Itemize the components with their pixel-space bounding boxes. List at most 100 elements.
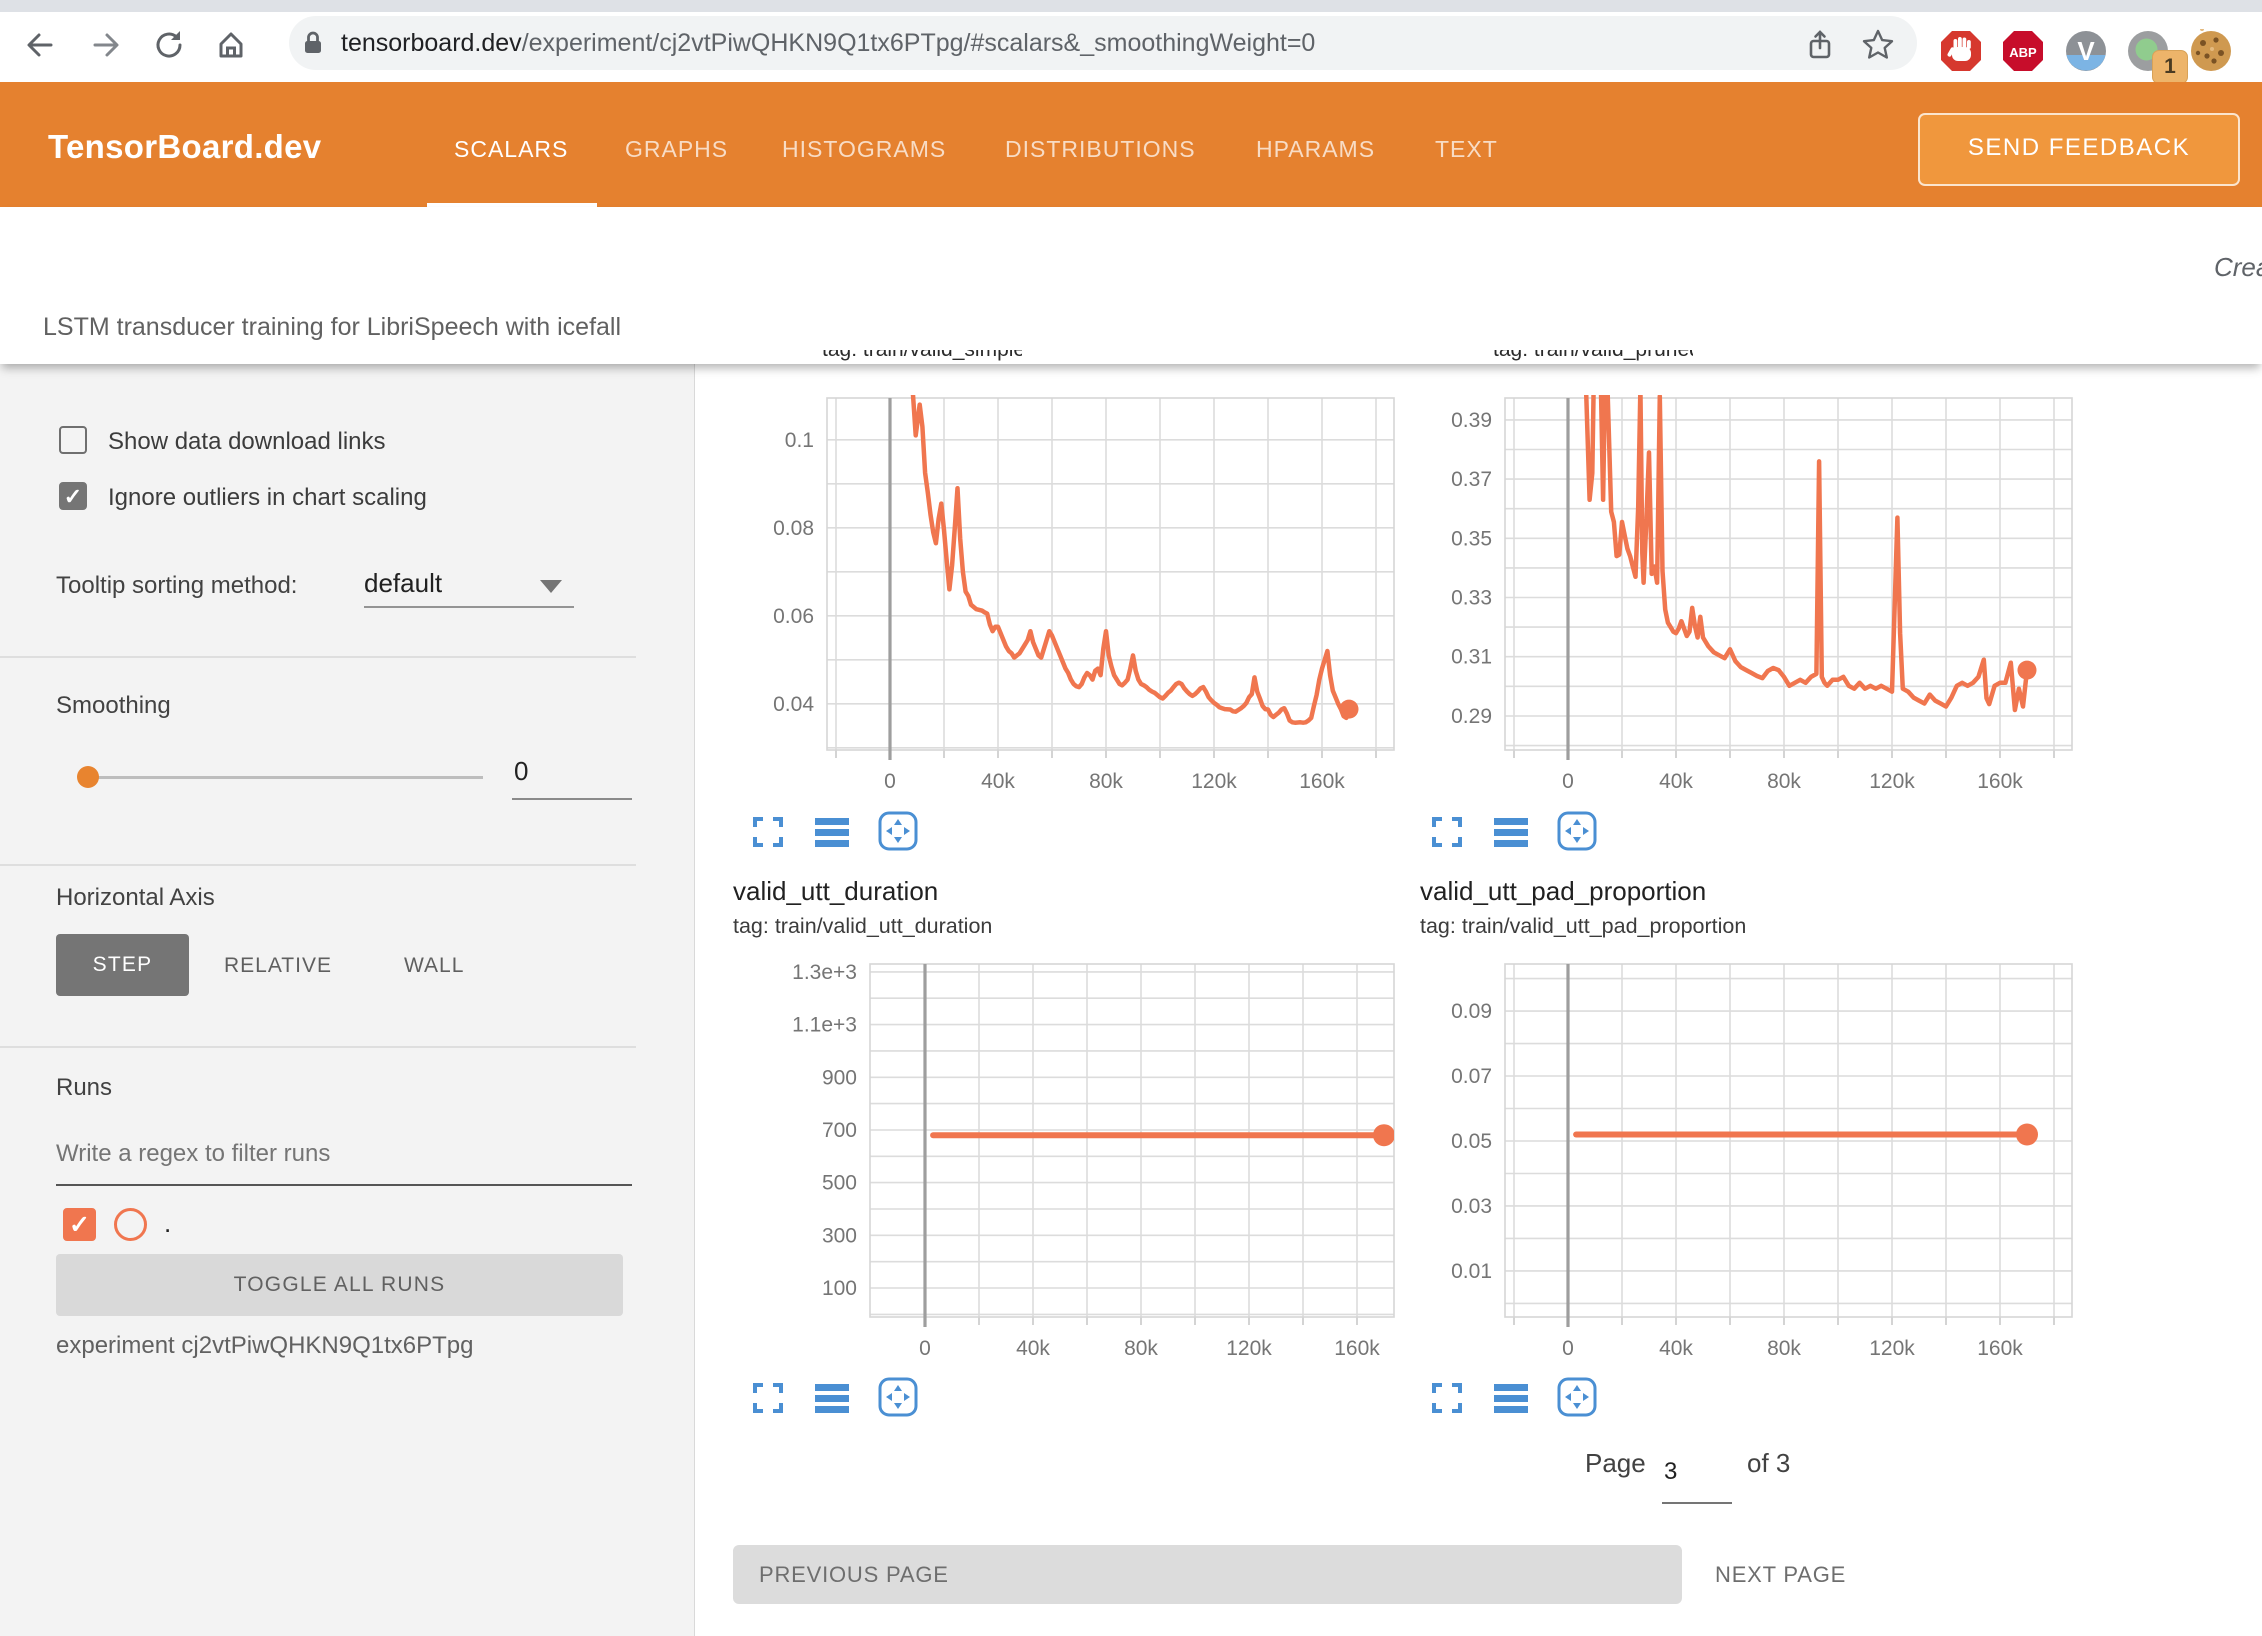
url-text[interactable]: tensorboard.dev/experiment/cj2vtPiwQHKN9… (341, 29, 1315, 58)
svg-text:300: 300 (822, 1224, 857, 1247)
svg-text:1.3e+3: 1.3e+3 (792, 961, 857, 984)
chart-valid-utt-duration[interactable]: 1003005007009001.1e+31.3e+3040k80k120k16… (733, 950, 1408, 1375)
next-page-button[interactable]: NEXT PAGE (1715, 1545, 1846, 1604)
page-number-input[interactable]: 3 (1664, 1458, 1677, 1486)
adblock-extension-icon[interactable] (1939, 29, 1983, 73)
tab-text[interactable]: TEXT (1435, 136, 1498, 163)
svg-text:0.33: 0.33 (1451, 587, 1492, 610)
svg-text:80k: 80k (1767, 1337, 1801, 1360)
tab-histograms[interactable]: HISTOGRAMS (782, 136, 946, 163)
svg-text:0.31: 0.31 (1451, 646, 1492, 669)
horizontal-axis-label: Horizontal Axis (56, 884, 215, 912)
expand-chart-icon[interactable] (1432, 1383, 1462, 1413)
runs-selector-icon[interactable] (815, 817, 849, 847)
axis-relative-button[interactable]: RELATIVE (224, 954, 332, 978)
svg-text:ABP: ABP (2009, 45, 2037, 60)
tooltip-sorting-dropdown[interactable]: default (364, 568, 442, 599)
expand-chart-icon[interactable] (753, 1383, 783, 1413)
divider (0, 1046, 636, 1048)
expand-chart-icon[interactable] (753, 817, 783, 847)
svg-text:0.39: 0.39 (1451, 409, 1492, 432)
svg-text:900: 900 (822, 1066, 857, 1089)
svg-text:0.06: 0.06 (773, 605, 814, 628)
experiment-id-label: experiment cj2vtPiwQHKN9Q1tx6PTpg (56, 1332, 474, 1360)
svg-text:160k: 160k (1299, 770, 1345, 793)
svg-text:0.37: 0.37 (1451, 468, 1492, 491)
show-download-links-checkbox[interactable] (59, 426, 87, 454)
tab-distributions[interactable]: DISTRIBUTIONS (1005, 136, 1196, 163)
svg-text:500: 500 (822, 1172, 857, 1195)
smoothing-slider[interactable] (79, 776, 483, 779)
regex-input-underline (56, 1184, 632, 1186)
svg-text:0: 0 (1562, 1337, 1574, 1360)
svg-text:40k: 40k (1659, 1337, 1693, 1360)
smoothing-label: Smoothing (56, 692, 171, 720)
chart-valid-utt-pad-proportion[interactable]: 0.010.030.050.070.09040k80k120k160k (1412, 950, 2087, 1375)
cookie-extension-icon[interactable] (2189, 29, 2233, 73)
run-color-swatch (114, 1208, 147, 1241)
share-icon[interactable] (1803, 28, 1837, 62)
svg-text:0.05: 0.05 (1451, 1130, 1492, 1153)
tab-graphs[interactable]: GRAPHS (625, 136, 728, 163)
svg-text:0.08: 0.08 (773, 517, 814, 540)
svg-text:160k: 160k (1977, 770, 2023, 793)
ignore-outliers-checkbox[interactable] (59, 482, 87, 510)
experiment-description: LSTM transducer training for LibriSpeech… (43, 313, 621, 342)
svg-text:0: 0 (884, 770, 896, 793)
run-checkbox[interactable] (63, 1208, 96, 1241)
run-name-label: . (164, 1208, 171, 1239)
expand-chart-icon[interactable] (1432, 817, 1462, 847)
dropdown-underline (364, 606, 574, 608)
svg-text:0.01: 0.01 (1451, 1260, 1492, 1283)
svg-text:80k: 80k (1124, 1337, 1158, 1360)
url-path: /experiment/cj2vtPiwQHKN9Q1tx6PTpg/#scal… (522, 29, 1316, 57)
fit-domain-icon[interactable] (878, 1377, 918, 1417)
svg-text:120k: 120k (1226, 1337, 1272, 1360)
back-icon[interactable] (21, 27, 57, 63)
send-feedback-button[interactable]: SEND FEEDBACK (1918, 113, 2240, 186)
svg-text:V: V (2077, 36, 2095, 66)
previous-page-button[interactable]: PREVIOUS PAGE (733, 1545, 1682, 1604)
settings-sidebar (0, 364, 695, 1636)
smoothing-slider-thumb[interactable] (77, 766, 99, 788)
chart-valid-pruned-loss[interactable]: 0.290.310.330.350.370.39040k80k120k160k (1412, 364, 2087, 819)
vimium-extension-icon[interactable]: V (2064, 29, 2108, 73)
svg-text:0.1: 0.1 (785, 429, 814, 452)
runs-section-label: Runs (56, 1074, 112, 1102)
fit-domain-icon[interactable] (1557, 1377, 1597, 1417)
chart-valid-simple-loss[interactable]: 0.040.060.080.1040k80k120k160k (733, 364, 1408, 819)
toggle-all-runs-button[interactable]: TOGGLE ALL RUNS (56, 1254, 623, 1316)
svg-text:0.03: 0.03 (1451, 1195, 1492, 1218)
runs-selector-icon[interactable] (815, 1383, 849, 1413)
home-icon[interactable] (213, 27, 249, 63)
svg-text:0: 0 (1562, 770, 1574, 793)
page-total-label: of 3 (1747, 1448, 1790, 1479)
tensorboard-page: tensorboard.dev/experiment/cj2vtPiwQHKN9… (0, 0, 2262, 1636)
runs-selector-icon[interactable] (1494, 1383, 1528, 1413)
bookmark-star-icon[interactable] (1861, 28, 1895, 62)
runs-selector-icon[interactable] (1494, 817, 1528, 847)
svg-text:0.29: 0.29 (1451, 705, 1492, 728)
tab-hparams[interactable]: HPARAMS (1256, 136, 1375, 163)
runs-regex-input[interactable]: Write a regex to filter runs (56, 1140, 330, 1168)
svg-text:120k: 120k (1191, 770, 1237, 793)
svg-text:700: 700 (822, 1119, 857, 1142)
reload-icon[interactable] (151, 27, 187, 63)
svg-text:120k: 120k (1869, 1337, 1915, 1360)
forward-icon[interactable] (89, 27, 125, 63)
abp-extension-icon[interactable]: ABP (2001, 29, 2045, 73)
svg-text:100: 100 (822, 1277, 857, 1300)
axis-wall-button[interactable]: WALL (404, 954, 464, 978)
chevron-down-icon[interactable] (540, 580, 562, 593)
chart-tag: tag: train/valid_utt_duration (733, 914, 992, 939)
axis-step-button[interactable]: STEP (56, 934, 189, 996)
fit-domain-icon[interactable] (1557, 811, 1597, 851)
smoothing-value-input[interactable]: 0 (514, 756, 528, 787)
fit-domain-icon[interactable] (878, 811, 918, 851)
app-logo[interactable]: TensorBoard.dev (48, 128, 321, 166)
svg-text:160k: 160k (1334, 1337, 1380, 1360)
created-text-fragment: Crea (2214, 252, 2262, 283)
tab-scalars[interactable]: SCALARS (454, 136, 568, 163)
svg-text:1.1e+3: 1.1e+3 (792, 1014, 857, 1037)
svg-text:40k: 40k (1659, 770, 1693, 793)
